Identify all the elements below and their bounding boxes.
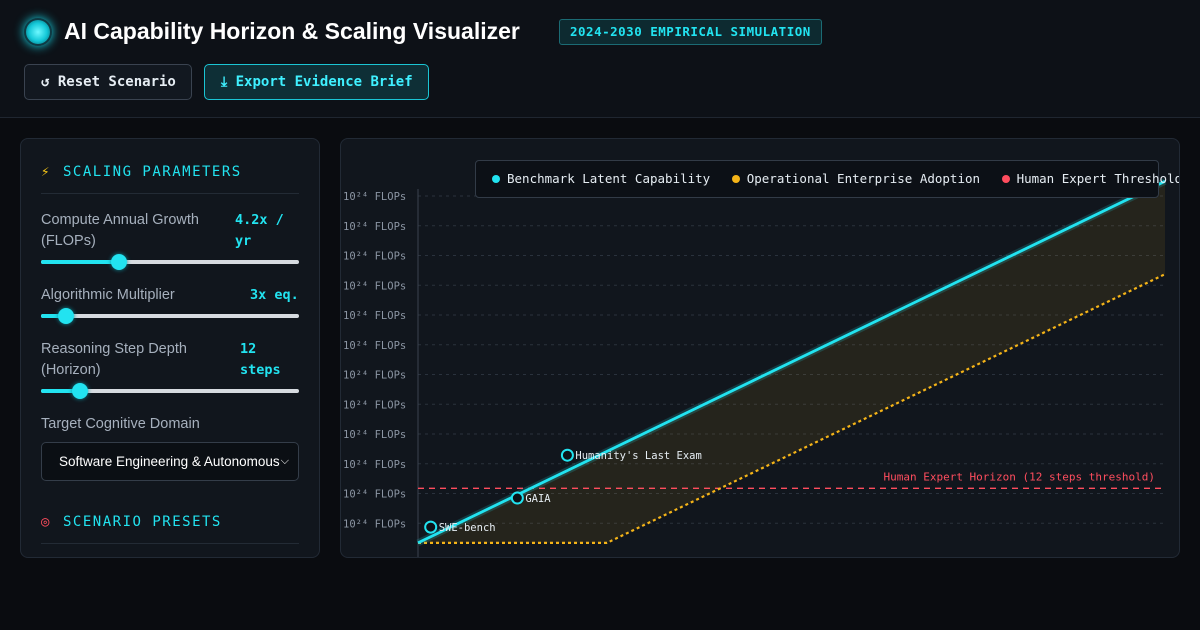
- slider-track: [41, 314, 299, 318]
- reasoning-depth-slider[interactable]: [41, 383, 299, 399]
- export-evidence-brief-button[interactable]: ⤓ Export Evidence Brief: [204, 64, 429, 100]
- capability-chart: 10²⁴ FLOPs 10²⁴ FLOPs 10²⁴ FLOPs 10²⁴ FLOPs…: [343, 178, 1167, 557]
- slider-thumb[interactable]: [111, 254, 128, 270]
- y-tick-label: 10²⁴ FLOPs: [343, 310, 406, 322]
- legend-item-adoption: Operational Enterprise Adoption: [731, 161, 981, 197]
- benchmark-marker: [510, 491, 524, 505]
- y-tick-label: 10²⁴ FLOPs: [343, 489, 406, 501]
- y-tick-label: 10²⁴ FLOPs: [343, 370, 406, 382]
- reasoning-depth-label: Reasoning Step Depth (Horizon): [41, 341, 187, 378]
- legend-item-benchmark: Benchmark Latent Capability: [492, 161, 710, 197]
- chart-legend: Benchmark Latent Capability Operational …: [475, 160, 1179, 198]
- threshold-label: Human Expert Horizon (12 steps threshold…: [883, 470, 1155, 483]
- reasoning-depth-value: 12 steps: [240, 341, 281, 378]
- y-tick-label: 10²⁴ FLOPs: [343, 399, 406, 411]
- compute-growth-slider[interactable]: [41, 254, 299, 270]
- legend-label: Benchmark Latent Capability: [507, 171, 711, 186]
- y-tick-label: 10²⁴ FLOPs: [343, 280, 406, 292]
- legend-dot: [731, 175, 740, 183]
- target-domain-label: Target Cognitive Domain: [41, 416, 200, 432]
- legend-dot: [492, 175, 500, 183]
- benchmark-marker: [560, 448, 574, 462]
- simulation-badge: 2024-2030 EMPIRICAL SIMULATION: [559, 19, 822, 45]
- reset-scenario-button[interactable]: ↺ Reset Scenario: [24, 64, 192, 100]
- legend-label: Human Expert Threshold: [1016, 171, 1180, 186]
- y-tick-label: 10²⁴ FLOPs: [343, 221, 406, 233]
- lightning-icon: ⚡: [41, 164, 50, 180]
- target-icon: ◎: [41, 514, 50, 530]
- slider-thumb[interactable]: [57, 308, 74, 324]
- algorithmic-multiplier-label: Algorithmic Multiplier: [41, 287, 175, 303]
- target-domain-select[interactable]: Software Engineering & Autonomous ⌵: [41, 442, 299, 481]
- scenario-presets-heading: ◎ SCENARIO PRESETS: [41, 509, 299, 544]
- algorithmic-multiplier-value: 3x eq.: [250, 287, 299, 303]
- y-tick-label: 10²⁴ FLOPs: [343, 459, 406, 471]
- chevron-down-icon: ⌵: [280, 455, 289, 467]
- legend-item-threshold: Human Expert Threshold: [1001, 161, 1180, 197]
- slider-thumb[interactable]: [72, 383, 89, 399]
- benchmark-label: Humanity's Last Exam: [575, 450, 701, 462]
- scaling-parameters-panel: ⚡ SCALING PARAMETERS Compute Annual Growt…: [20, 138, 320, 558]
- compute-growth-label: Compute Annual Growth (FLOPs): [41, 212, 199, 249]
- legend-dot: [1001, 175, 1010, 183]
- legend-label: Operational Enterprise Adoption: [746, 171, 981, 186]
- y-tick-label: 10²⁴ FLOPs: [343, 429, 406, 441]
- y-tick-label: 10²⁴ FLOPs: [343, 518, 406, 530]
- scaling-parameters-title: SCALING PARAMETERS: [63, 164, 242, 180]
- target-domain-value: Software Engineering & Autonomous: [59, 454, 280, 469]
- y-tick-label: 10²⁴ FLOPs: [343, 340, 406, 352]
- y-tick-label: 10²⁴ FLOPs: [343, 251, 406, 263]
- scenario-presets-title: SCENARIO PRESETS: [63, 514, 222, 530]
- logo-orb-icon: [24, 18, 52, 46]
- algorithmic-multiplier-slider[interactable]: [41, 308, 299, 324]
- compute-growth-value: 4.2x / yr: [235, 212, 284, 249]
- capability-chart-card: 10²⁴ FLOPs 10²⁴ FLOPs 10²⁴ FLOPs 10²⁴ FLOPs…: [340, 138, 1180, 558]
- benchmark-marker: [424, 520, 438, 534]
- benchmark-series-line: [417, 180, 1166, 545]
- benchmark-label: GAIA: [525, 493, 551, 505]
- benchmark-label: SWE-bench: [439, 522, 496, 534]
- scaling-parameters-heading: ⚡ SCALING PARAMETERS: [41, 159, 299, 194]
- slider-fill: [41, 260, 120, 264]
- app-title: AI Capability Horizon & Scaling Visualiz…: [64, 18, 520, 44]
- y-tick-label: 10²⁴ FLOPs: [343, 191, 406, 203]
- top-bar: AI Capability Horizon & Scaling Visualiz…: [0, 0, 1200, 118]
